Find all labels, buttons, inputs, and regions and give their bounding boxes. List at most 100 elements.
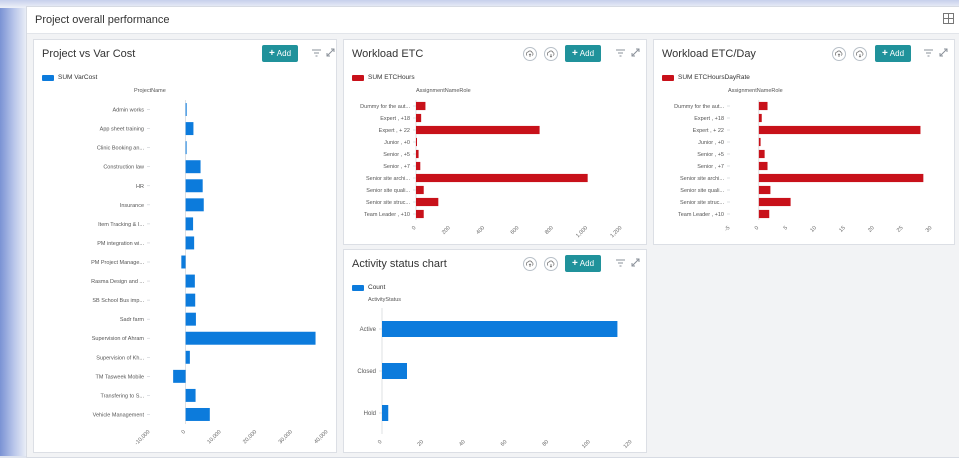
chart-legend: SUM VarCost <box>42 74 97 81</box>
category-label: Senior , +7 <box>383 164 410 170</box>
bar[interactable] <box>758 173 924 183</box>
bar[interactable] <box>185 274 195 288</box>
category-label: Active <box>360 327 377 333</box>
bar[interactable] <box>758 125 921 135</box>
expand-icon[interactable] <box>631 48 640 57</box>
cloud-upload-icon[interactable] <box>523 47 537 61</box>
add-button[interactable]: + Add <box>565 45 601 62</box>
category-label: SB School Bus imp... <box>92 298 144 304</box>
x-tick-label: -5 <box>724 225 732 233</box>
axis-field-label: ActivityStatus <box>368 297 402 303</box>
category-label: Hold <box>364 411 376 417</box>
bar[interactable] <box>758 137 761 147</box>
add-button[interactable]: + Add <box>262 45 298 62</box>
bar[interactable] <box>758 101 768 111</box>
add-button-label: Add <box>889 49 905 58</box>
bar[interactable] <box>382 405 389 421</box>
bar[interactable] <box>758 113 762 123</box>
bar[interactable] <box>185 236 195 250</box>
bar[interactable] <box>185 350 190 364</box>
expand-icon[interactable] <box>939 48 948 57</box>
category-label: Junior , +0 <box>384 140 410 146</box>
category-label: Senior site struc... <box>366 200 410 206</box>
bar[interactable] <box>416 173 588 183</box>
bar[interactable] <box>416 137 417 147</box>
bar[interactable] <box>185 217 194 231</box>
filter-icon[interactable] <box>616 259 625 267</box>
cloud-download-icon[interactable] <box>853 47 867 61</box>
bar[interactable] <box>416 161 421 171</box>
bar[interactable] <box>416 149 419 159</box>
legend-swatch <box>42 74 54 81</box>
bar[interactable] <box>185 160 201 174</box>
expand-icon[interactable] <box>631 258 640 267</box>
x-tick-label: -10,000 <box>134 429 151 446</box>
x-tick-label: 60 <box>500 439 509 448</box>
category-label: Rasma Design and ... <box>91 279 144 285</box>
bar[interactable] <box>416 101 426 111</box>
bar[interactable] <box>416 125 540 135</box>
x-tick-label: 120 <box>623 439 634 450</box>
bar[interactable] <box>416 113 422 123</box>
cloud-upload-icon[interactable] <box>832 47 846 61</box>
dashboard-title: Project overall performance <box>35 14 170 26</box>
bar[interactable] <box>181 255 186 269</box>
bar[interactable] <box>185 198 204 212</box>
bar[interactable] <box>185 407 210 421</box>
x-tick-label: 0 <box>411 225 417 231</box>
x-tick-label: 10 <box>809 225 818 234</box>
panel-title: Workload ETC/Day <box>662 48 756 60</box>
filter-icon[interactable] <box>312 49 321 57</box>
dashboard: Project overall performance Project vs V… <box>26 6 959 458</box>
bar[interactable] <box>416 185 424 195</box>
add-button-label: Add <box>579 259 595 268</box>
bar[interactable] <box>185 141 187 155</box>
layout-grid-icon[interactable] <box>943 13 954 24</box>
bar[interactable] <box>185 331 316 345</box>
cloud-upload-icon[interactable] <box>523 257 537 271</box>
expand-icon[interactable] <box>326 48 335 57</box>
cloud-download-icon[interactable] <box>544 47 558 61</box>
bar[interactable] <box>382 321 618 337</box>
bar[interactable] <box>185 179 203 193</box>
bar[interactable] <box>758 197 791 207</box>
x-tick-label: 80 <box>542 439 551 448</box>
bar[interactable] <box>758 161 768 171</box>
legend-swatch <box>352 74 364 81</box>
x-tick-label: 10,000 <box>206 429 222 445</box>
x-tick-label: 1,200 <box>609 225 623 239</box>
add-button[interactable]: + Add <box>875 45 911 62</box>
plus-icon: + <box>571 258 578 269</box>
bar[interactable] <box>758 209 770 219</box>
bar[interactable] <box>416 197 439 207</box>
bar[interactable] <box>185 122 194 136</box>
bar[interactable] <box>382 363 407 379</box>
bar[interactable] <box>185 388 196 402</box>
axis-field-label: ProjectName <box>134 88 166 94</box>
legend-label: Count <box>368 284 386 291</box>
x-tick-label: 30,000 <box>278 429 294 445</box>
plus-icon: + <box>268 48 275 59</box>
bar[interactable] <box>416 209 424 219</box>
bar[interactable] <box>185 103 187 117</box>
x-tick-label: 20 <box>417 439 426 448</box>
add-button-label: Add <box>579 49 595 58</box>
panel-title: Project vs Var Cost <box>42 48 136 60</box>
x-tick-label: 5 <box>783 225 789 231</box>
bar[interactable] <box>758 185 771 195</box>
bar[interactable] <box>185 293 196 307</box>
x-tick-label: 800 <box>544 225 555 236</box>
x-tick-label: 600 <box>510 225 521 236</box>
add-button-label: Add <box>276 49 292 58</box>
bar[interactable] <box>758 149 765 159</box>
category-label: PM integration wi... <box>97 241 144 247</box>
filter-icon[interactable] <box>616 49 625 57</box>
bar[interactable] <box>173 369 186 383</box>
cloud-download-icon[interactable] <box>544 257 558 271</box>
legend-label: SUM ETCHoursDayRate <box>678 74 750 81</box>
filter-icon[interactable] <box>924 49 933 57</box>
x-tick-label: 100 <box>581 439 592 450</box>
bar[interactable] <box>185 312 196 326</box>
add-button[interactable]: + Add <box>565 255 601 272</box>
category-label: Transfering to S... <box>100 393 144 399</box>
